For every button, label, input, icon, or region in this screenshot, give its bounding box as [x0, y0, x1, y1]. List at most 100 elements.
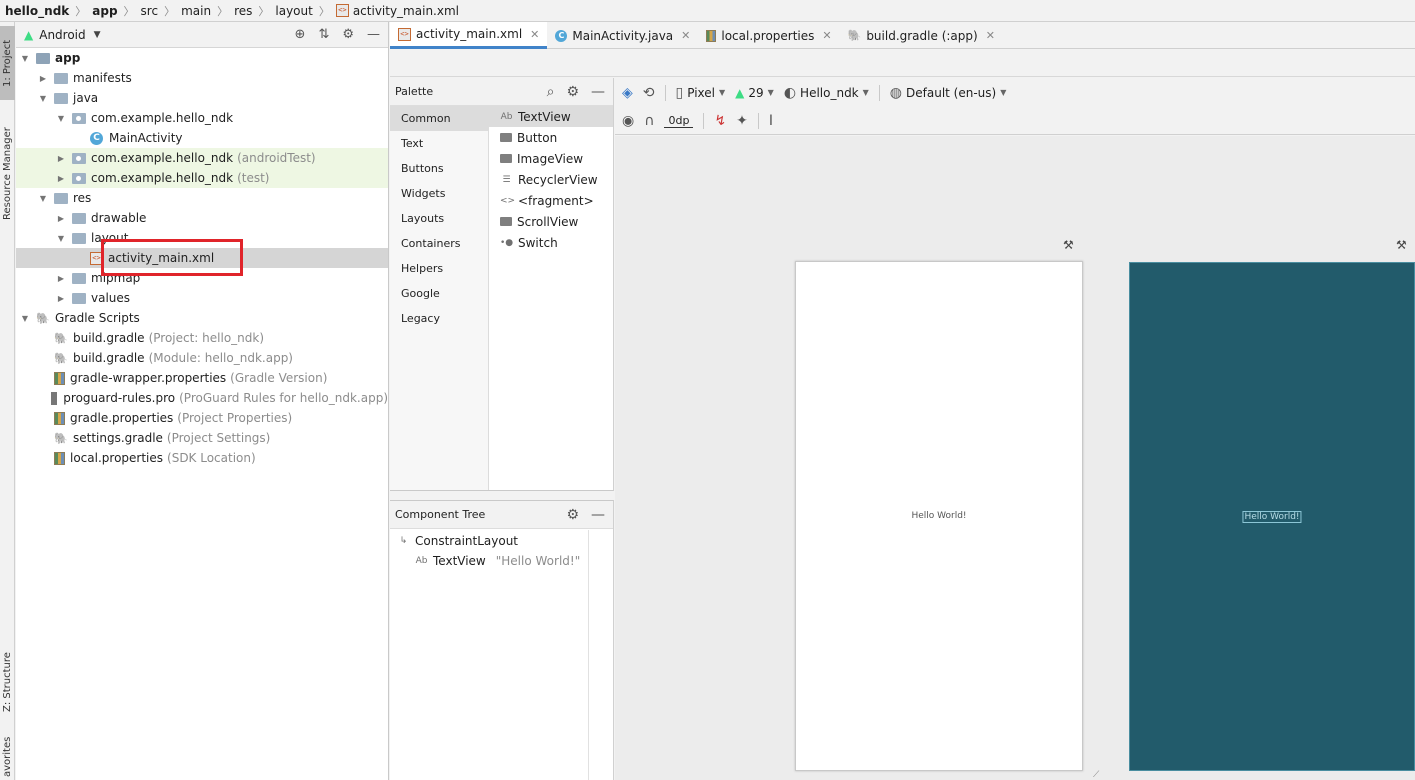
tree-row[interactable]: ▶ com.example.hello_ndk (test): [16, 168, 388, 188]
clear-constraints-icon[interactable]: ↯: [714, 113, 726, 129]
chevron-right-icon[interactable]: ▶: [38, 74, 48, 83]
palette-item[interactable]: Ab TextView: [489, 106, 613, 127]
chevron-down-icon[interactable]: ▼: [38, 94, 48, 103]
minimize-icon[interactable]: —: [367, 27, 380, 42]
chevron-right-icon[interactable]: ▶: [56, 274, 66, 283]
tree-row[interactable]: proguard-rules.pro (ProGuard Rules for he…: [16, 388, 388, 408]
chevron-right-icon[interactable]: ▶: [56, 174, 66, 183]
minimize-icon[interactable]: —: [591, 84, 605, 100]
gear-icon[interactable]: ⚙: [566, 507, 579, 523]
project-view-selector[interactable]: Android: [39, 28, 85, 42]
palette-category[interactable]: Legacy: [390, 306, 488, 331]
palette-item[interactable]: <> <fragment>: [489, 190, 613, 211]
close-icon[interactable]: ✕: [986, 29, 995, 42]
tree-row[interactable]: gradle-wrapper.properties (Gradle Version…: [16, 368, 388, 388]
device-selector[interactable]: ▯ Pixel ▼: [676, 85, 726, 101]
hello-world-blueprint-text[interactable]: Hello World!: [1242, 510, 1302, 523]
blueprint-preview[interactable]: Hello World!: [1129, 262, 1415, 771]
tree-row[interactable]: ▼ res: [16, 188, 388, 208]
tree-row[interactable]: 🐘 build.gradle (Project: hello_ndk): [16, 328, 388, 348]
breadcrumb-item[interactable]: app: [92, 4, 117, 18]
editor-subbar: [390, 49, 1415, 77]
breadcrumb-item[interactable]: main: [181, 4, 211, 18]
chevron-right-icon[interactable]: ▶: [56, 294, 66, 303]
layers-icon[interactable]: ◈: [622, 85, 633, 101]
editor-tab[interactable]: 🐘 build.gradle (:app) ✕: [840, 22, 1003, 49]
guidelines-icon[interactable]: I: [769, 113, 773, 129]
hello-world-text[interactable]: Hello World!: [911, 511, 966, 521]
breadcrumb-item[interactable]: src: [141, 4, 159, 18]
orientation-icon[interactable]: ⟲: [643, 85, 655, 101]
palette-category[interactable]: Helpers: [390, 256, 488, 281]
tree-node-constraintlayout[interactable]: ↳ ConstraintLayout: [390, 531, 613, 551]
favorites-tool-tab[interactable]: avorites: [0, 734, 15, 780]
breadcrumb-item[interactable]: layout: [275, 4, 312, 18]
design-canvas[interactable]: ⚒ ⚒ Hello World! Hello World! ⟋: [615, 136, 1415, 780]
structure-tool-tab[interactable]: Z: Structure: [0, 642, 15, 722]
palette-item[interactable]: ScrollView: [489, 211, 613, 232]
gear-icon[interactable]: ⚙: [566, 84, 579, 100]
resize-handle-icon[interactable]: ⟋: [1093, 770, 1099, 780]
tree-row[interactable]: C MainActivity: [16, 128, 388, 148]
tree-row[interactable]: local.properties (SDK Location): [16, 448, 388, 468]
tree-row[interactable]: ▼ 🐘 Gradle Scripts: [16, 308, 388, 328]
theme-selector[interactable]: ◐ Hello_ndk ▼: [784, 85, 869, 101]
close-icon[interactable]: ✕: [822, 29, 831, 42]
palette-item[interactable]: •● Switch: [489, 232, 613, 253]
tree-node-textview[interactable]: Ab TextView "Hello World!": [390, 551, 613, 571]
chevron-right-icon[interactable]: ▶: [56, 154, 66, 163]
editor-tab[interactable]: <> activity_main.xml ✕: [390, 22, 548, 49]
tree-row[interactable]: ▼ java: [16, 88, 388, 108]
palette-category[interactable]: Containers: [390, 231, 488, 256]
tree-row[interactable]: ▶ manifests: [16, 68, 388, 88]
magnet-icon[interactable]: ∩: [644, 113, 654, 129]
tree-row[interactable]: gradle.properties (Project Properties): [16, 408, 388, 428]
tree-row[interactable]: ▶ com.example.hello_ndk (androidTest): [16, 148, 388, 168]
palette-category[interactable]: Google: [390, 281, 488, 306]
breadcrumb-item[interactable]: res: [234, 4, 252, 18]
locale-selector[interactable]: ◍ Default (en-us) ▼: [890, 85, 1007, 101]
close-icon[interactable]: ✕: [681, 29, 690, 42]
palette-category[interactable]: Widgets: [390, 181, 488, 206]
tree-row[interactable]: 🐘 build.gradle (Module: hello_ndk.app): [16, 348, 388, 368]
palette-items: Ab TextView Button ImageView ☰ RecyclerView <>…: [489, 106, 613, 490]
minimize-icon[interactable]: —: [591, 507, 605, 523]
locate-icon[interactable]: ⊕: [295, 27, 306, 42]
palette-category[interactable]: Common: [390, 106, 488, 131]
palette-item[interactable]: Button: [489, 127, 613, 148]
tree-row[interactable]: ▼ com.example.hello_ndk: [16, 108, 388, 128]
chevron-down-icon[interactable]: ▼: [20, 54, 30, 63]
default-margin-field[interactable]: 0dp: [664, 114, 694, 128]
tree-row[interactable]: 🐘 settings.gradle (Project Settings): [16, 428, 388, 448]
editor-tab[interactable]: local.properties ✕: [698, 22, 839, 49]
design-preview[interactable]: Hello World!: [795, 261, 1083, 771]
resource-manager-tool-tab[interactable]: Resource Manager: [0, 114, 15, 234]
chevron-right-icon[interactable]: ▶: [56, 214, 66, 223]
infer-constraints-icon[interactable]: ✦: [736, 113, 748, 129]
api-level-selector[interactable]: ▲ 29 ▼: [735, 86, 774, 100]
editor-tab[interactable]: C MainActivity.java ✕: [547, 22, 698, 49]
wrench-icon[interactable]: ⚒: [1396, 238, 1407, 252]
search-icon[interactable]: ⌕: [547, 84, 555, 100]
breadcrumb-item[interactable]: activity_main.xml: [353, 4, 459, 18]
gear-icon[interactable]: ⚙: [342, 27, 354, 42]
tree-row[interactable]: ▶ values: [16, 288, 388, 308]
chevron-down-icon[interactable]: ▼: [20, 314, 30, 323]
tree-row[interactable]: ▶ drawable: [16, 208, 388, 228]
palette-item[interactable]: ☰ RecyclerView: [489, 169, 613, 190]
chevron-down-icon[interactable]: ▼: [94, 30, 101, 40]
project-tool-tab[interactable]: 1: Project: [0, 26, 15, 100]
chevron-down-icon[interactable]: ▼: [56, 114, 66, 123]
palette-category[interactable]: Buttons: [390, 156, 488, 181]
palette-category[interactable]: Layouts: [390, 206, 488, 231]
eye-icon[interactable]: ◉: [622, 113, 634, 129]
tree-row[interactable]: ▼ app: [16, 48, 388, 68]
wrench-icon[interactable]: ⚒: [1063, 238, 1074, 252]
breadcrumb-item[interactable]: hello_ndk: [5, 4, 69, 18]
palette-category[interactable]: Text: [390, 131, 488, 156]
close-icon[interactable]: ✕: [530, 28, 539, 41]
chevron-down-icon[interactable]: ▼: [38, 194, 48, 203]
palette-item[interactable]: ImageView: [489, 148, 613, 169]
collapse-all-icon[interactable]: ⇅: [318, 27, 329, 42]
chevron-down-icon[interactable]: ▼: [56, 234, 66, 243]
